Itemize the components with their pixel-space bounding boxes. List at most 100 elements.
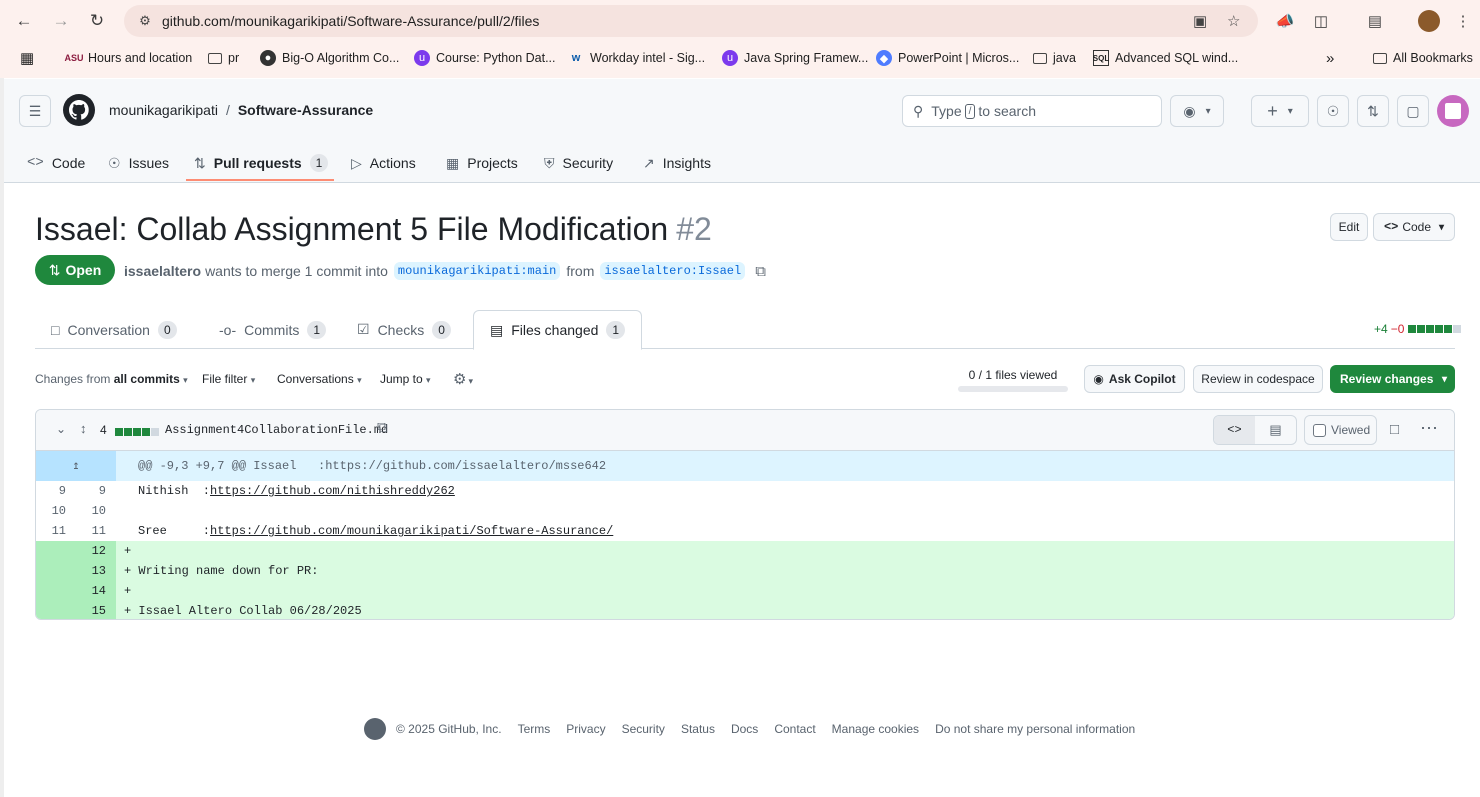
url-text[interactable]: github.com/mounikagarikipati/Software-As… — [162, 13, 539, 29]
footer-link-manage-cookies[interactable]: Manage cookies — [832, 722, 919, 736]
kebab-menu-icon[interactable]: ⋯ — [1420, 418, 1438, 439]
bookmark-java-folder[interactable]: java — [1033, 48, 1076, 68]
install-app-icon[interactable]: ▣ — [1193, 12, 1207, 30]
bookmark-star-icon[interactable]: ☆ — [1227, 12, 1240, 30]
viewed-checkbox[interactable]: Viewed — [1304, 415, 1377, 445]
old-line-number[interactable]: 9 — [36, 481, 66, 501]
address-bar[interactable]: ⚙ github.com/mounikagarikipati/Software-… — [124, 5, 1258, 37]
file-icon[interactable]: ▤ — [1255, 416, 1296, 444]
megaphone-icon[interactable]: 📣 — [1274, 10, 1296, 32]
base-branch[interactable]: mounikagarikipati:main — [393, 262, 561, 280]
commits-count: 1 — [307, 320, 327, 339]
tab-actions[interactable]: ▷ Actions — [351, 143, 416, 183]
new-line-number[interactable]: 11 — [66, 521, 106, 541]
tab-conversation[interactable]: □ Conversation 0 — [51, 310, 177, 349]
new-line-number[interactable]: 10 — [66, 501, 106, 521]
bookmark-python-course[interactable]: u Course: Python Dat... — [414, 48, 556, 68]
checkbox-icon[interactable] — [1313, 423, 1326, 437]
diff-settings-gear-icon[interactable]: ⚙ ▾ — [453, 370, 473, 388]
search-placeholder-suffix: to search — [978, 103, 1036, 119]
diff-line-added: 12 + — [36, 541, 1454, 561]
tab-security[interactable]: ⛨ Security — [544, 143, 613, 183]
code-link[interactable]: https://github.com/mounikagarikipati/Sof… — [210, 524, 613, 538]
hamburger-menu-icon[interactable]: ☰ — [19, 95, 51, 127]
tab-issues[interactable]: ☉ Issues — [108, 143, 169, 183]
old-line-number[interactable]: 11 — [36, 521, 66, 541]
site-settings-icon[interactable]: ⚙ — [130, 13, 160, 29]
search-input[interactable]: ⚲ Type / to search — [902, 95, 1162, 127]
profile-avatar-icon[interactable] — [1418, 10, 1440, 32]
review-changes-button[interactable]: Review changes ▾ — [1330, 365, 1455, 393]
code-link[interactable]: https://github.com/nithishreddy262 — [210, 484, 455, 498]
tab-pull-requests[interactable]: ⇅ Pull requests 1 — [194, 143, 329, 183]
conversations-dropdown[interactable]: Conversations ▾ — [277, 372, 362, 386]
tab-files-changed[interactable]: ▤ Files changed 1 — [473, 310, 643, 350]
new-line-number[interactable]: 14 — [66, 581, 106, 601]
changes-from-dropdown[interactable]: Changes from all commits ▾ — [35, 372, 188, 386]
github-logo-icon[interactable] — [63, 94, 95, 126]
bookmark-pr-folder[interactable]: pr — [208, 48, 239, 68]
author-link[interactable]: issaelaltero — [124, 263, 201, 279]
inbox-icon[interactable]: ▢ — [1397, 95, 1429, 127]
expand-up-icon[interactable]: ↥ — [36, 451, 116, 481]
github-header: ☰ mounikagarikipati / Software-Assurance… — [4, 79, 1480, 183]
ask-copilot-button[interactable]: ◉ Ask Copilot — [1084, 365, 1185, 393]
bookmark-advanced-sql[interactable]: SQL Advanced SQL wind... — [1093, 48, 1238, 68]
footer-link-contact[interactable]: Contact — [774, 722, 815, 736]
code-view-icon[interactable]: <> — [1214, 416, 1255, 444]
file-name-link[interactable]: Assignment4CollaborationFile.md — [165, 423, 388, 437]
all-bookmarks-folder[interactable]: All Bookmarks — [1373, 48, 1473, 68]
new-line-number[interactable]: 13 — [66, 561, 106, 581]
asu-icon: ASU — [64, 53, 84, 63]
bookmark-big-o[interactable]: ● Big-O Algorithm Co... — [260, 48, 399, 68]
tab-checks[interactable]: ☑ Checks 0 — [357, 310, 451, 349]
copy-icon[interactable]: ⧉ — [377, 419, 388, 436]
create-new-button[interactable]: + ▾ — [1251, 95, 1309, 127]
code-dropdown-button[interactable]: <> Code ▾ — [1373, 213, 1455, 241]
new-line-number[interactable]: 12 — [66, 541, 106, 561]
new-line-number[interactable]: 15 — [66, 601, 106, 619]
bookmark-workday[interactable]: w Workday intel - Sig... — [568, 48, 705, 68]
pull-requests-icon[interactable]: ⇅ — [1357, 95, 1389, 127]
footer-link-do-not-share[interactable]: Do not share my personal information — [935, 722, 1135, 736]
copy-icon[interactable]: ⧉ — [755, 263, 766, 280]
new-line-number[interactable]: 9 — [66, 481, 106, 501]
repo-owner-link[interactable]: mounikagarikipati — [109, 102, 218, 118]
bookmark-java-spring[interactable]: u Java Spring Framew... — [722, 48, 868, 68]
apps-grid-icon[interactable]: ▦ — [20, 48, 34, 68]
tab-code[interactable]: <> Code — [27, 143, 85, 183]
collapse-chevron-icon[interactable]: ⌄ — [56, 422, 66, 436]
footer-link-terms[interactable]: Terms — [518, 722, 551, 736]
pull-requests-count: 1 — [309, 154, 329, 172]
github-mark-icon[interactable] — [364, 718, 386, 740]
browser-menu-icon[interactable]: ⋮ — [1452, 10, 1474, 32]
head-branch[interactable]: issaelaltero:Issael — [600, 262, 746, 280]
file-filter-dropdown[interactable]: File filter ▾ — [202, 372, 255, 386]
issues-icon[interactable]: ☉ — [1317, 95, 1349, 127]
bookmark-powerpoint[interactable]: ◆ PowerPoint | Micros... — [876, 48, 1019, 68]
footer-link-security[interactable]: Security — [622, 722, 665, 736]
footer-link-docs[interactable]: Docs — [731, 722, 758, 736]
back-arrow-icon[interactable]: ← — [10, 8, 38, 34]
old-line-number[interactable]: 10 — [36, 501, 66, 521]
comment-icon[interactable]: □ — [1390, 421, 1399, 438]
extensions-icon[interactable]: ◫ — [1310, 10, 1332, 32]
tab-projects[interactable]: ▦ Projects — [446, 143, 518, 183]
tab-commits[interactable]: -o- Commits 1 — [219, 310, 327, 349]
expand-all-icon[interactable]: ↕ — [80, 421, 87, 436]
git-commit-icon: -o- — [219, 321, 237, 338]
tab-insights[interactable]: ↗ Insights — [643, 143, 711, 183]
tab-search-icon[interactable]: ▤ — [1364, 10, 1386, 32]
review-in-codespace-button[interactable]: Review in codespace — [1193, 365, 1323, 393]
copilot-button[interactable]: ◉ ▾ — [1170, 95, 1224, 127]
repo-name-link[interactable]: Software-Assurance — [238, 102, 373, 118]
footer-link-status[interactable]: Status — [681, 722, 715, 736]
edit-title-button[interactable]: Edit — [1330, 213, 1368, 241]
user-avatar[interactable] — [1437, 95, 1469, 127]
footer-link-privacy[interactable]: Privacy — [566, 722, 605, 736]
bookmark-hours-location[interactable]: ASU Hours and location — [64, 48, 193, 68]
forward-arrow-icon[interactable]: → — [47, 8, 75, 34]
reload-icon[interactable]: ↻ — [83, 8, 111, 34]
jump-to-dropdown[interactable]: Jump to ▾ — [380, 372, 431, 386]
more-bookmarks-chevron-icon[interactable]: » — [1326, 48, 1334, 68]
